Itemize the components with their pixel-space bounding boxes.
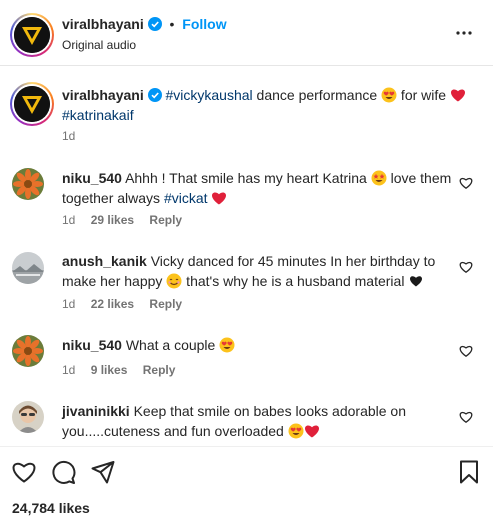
- brand-logo-icon: [14, 17, 50, 53]
- verified-badge-icon: [147, 88, 162, 102]
- comment-text: niku_540 Ahhh ! That smile has my heart …: [62, 168, 457, 208]
- like-comment-heart-icon[interactable]: [459, 260, 473, 274]
- comment-text-part: Ahhh ! That smile has my heart Katrina: [125, 170, 371, 186]
- comment-meta: 1d 22 likes Reply: [62, 297, 194, 311]
- comment-text-part: that's why he is a husband material: [182, 273, 409, 289]
- caption-text-part: dance performance: [252, 87, 382, 103]
- flower-avatar-icon: [12, 335, 44, 367]
- caption-text-part: for wife: [397, 87, 450, 103]
- smiling-face-emoji-icon: [166, 273, 182, 289]
- star-eyes-emoji-icon: [371, 170, 387, 186]
- post-action-bar: [0, 446, 493, 496]
- comment-text: jivaninikki Keep that smile on babes loo…: [62, 401, 457, 441]
- hashtag-link[interactable]: #katrinakaif: [62, 107, 134, 123]
- person-avatar-icon: [12, 401, 44, 433]
- landscape-avatar-icon: [12, 252, 44, 284]
- caption-meta: 1d: [62, 129, 87, 143]
- likes-count[interactable]: 24,784 likes: [12, 500, 90, 516]
- like-comment-heart-icon[interactable]: [459, 410, 473, 424]
- save-bookmark-icon[interactable]: [456, 459, 482, 485]
- commenter-avatar[interactable]: [12, 252, 44, 284]
- comment-likes[interactable]: 29 likes: [91, 213, 134, 227]
- comment-bubble-icon[interactable]: [51, 459, 77, 485]
- comment-text: niku_540 What a couple: [62, 335, 457, 355]
- comment-time[interactable]: 1d: [62, 297, 75, 311]
- red-heart-emoji-icon: [450, 89, 465, 102]
- caption-username[interactable]: viralbhayani: [62, 87, 144, 103]
- heart-eyes-emoji-icon: [219, 337, 235, 353]
- reply-button[interactable]: Reply: [149, 297, 182, 311]
- reply-button[interactable]: Reply: [149, 213, 182, 227]
- more-options-icon[interactable]: [455, 24, 473, 42]
- comment-text: anush_kanik Vicky danced for 45 minutes …: [62, 251, 457, 291]
- comments-section[interactable]: viralbhayani #vickykaushal dance perform…: [0, 67, 493, 445]
- commenter-avatar[interactable]: [12, 335, 44, 367]
- brand-logo-icon: [14, 86, 50, 122]
- header-separator: •: [169, 16, 175, 32]
- hashtag-link[interactable]: #vickykaushal: [165, 87, 252, 103]
- black-heart-emoji-icon: [410, 276, 423, 287]
- caption-text: viralbhayani #vickykaushal dance perform…: [62, 85, 472, 125]
- post-header: viralbhayani • Follow Original audio: [0, 0, 493, 66]
- flower-avatar-icon: [12, 168, 44, 200]
- comment-time[interactable]: 1d: [62, 363, 75, 377]
- comment-likes[interactable]: 22 likes: [91, 297, 134, 311]
- comment-username[interactable]: jivaninikki: [62, 403, 130, 419]
- comment-username[interactable]: niku_540: [62, 170, 122, 186]
- comment-username[interactable]: niku_540: [62, 337, 122, 353]
- hashtag-link[interactable]: #vickat: [164, 190, 208, 206]
- like-heart-icon[interactable]: [11, 459, 37, 485]
- red-heart-emoji-icon: [304, 425, 319, 438]
- comment-meta: 1d 29 likes Reply: [62, 213, 194, 227]
- heart-eyes-emoji-icon: [381, 87, 397, 103]
- comment-username[interactable]: anush_kanik: [62, 253, 147, 269]
- reply-button[interactable]: Reply: [143, 363, 176, 377]
- follow-button[interactable]: Follow: [182, 16, 226, 32]
- share-send-icon[interactable]: [90, 459, 116, 485]
- comment-likes[interactable]: 9 likes: [91, 363, 128, 377]
- verified-badge-icon: [147, 17, 162, 31]
- audio-label[interactable]: Original audio: [62, 38, 136, 52]
- commenter-avatar[interactable]: [12, 168, 44, 200]
- comment-text-part: What a couple: [125, 337, 220, 353]
- like-comment-heart-icon[interactable]: [459, 176, 473, 190]
- comment-meta: 1d 9 likes Reply: [62, 363, 187, 377]
- header-title-row: viralbhayani • Follow: [62, 16, 227, 32]
- author-avatar[interactable]: [10, 13, 54, 57]
- caption-time[interactable]: 1d: [62, 129, 75, 143]
- like-comment-heart-icon[interactable]: [459, 344, 473, 358]
- heart-eyes-emoji-icon: [288, 423, 304, 439]
- caption-avatar[interactable]: [10, 82, 54, 126]
- red-heart-emoji-icon: [212, 192, 227, 205]
- header-username[interactable]: viralbhayani: [62, 16, 144, 32]
- comment-time[interactable]: 1d: [62, 213, 75, 227]
- commenter-avatar[interactable]: [12, 401, 44, 433]
